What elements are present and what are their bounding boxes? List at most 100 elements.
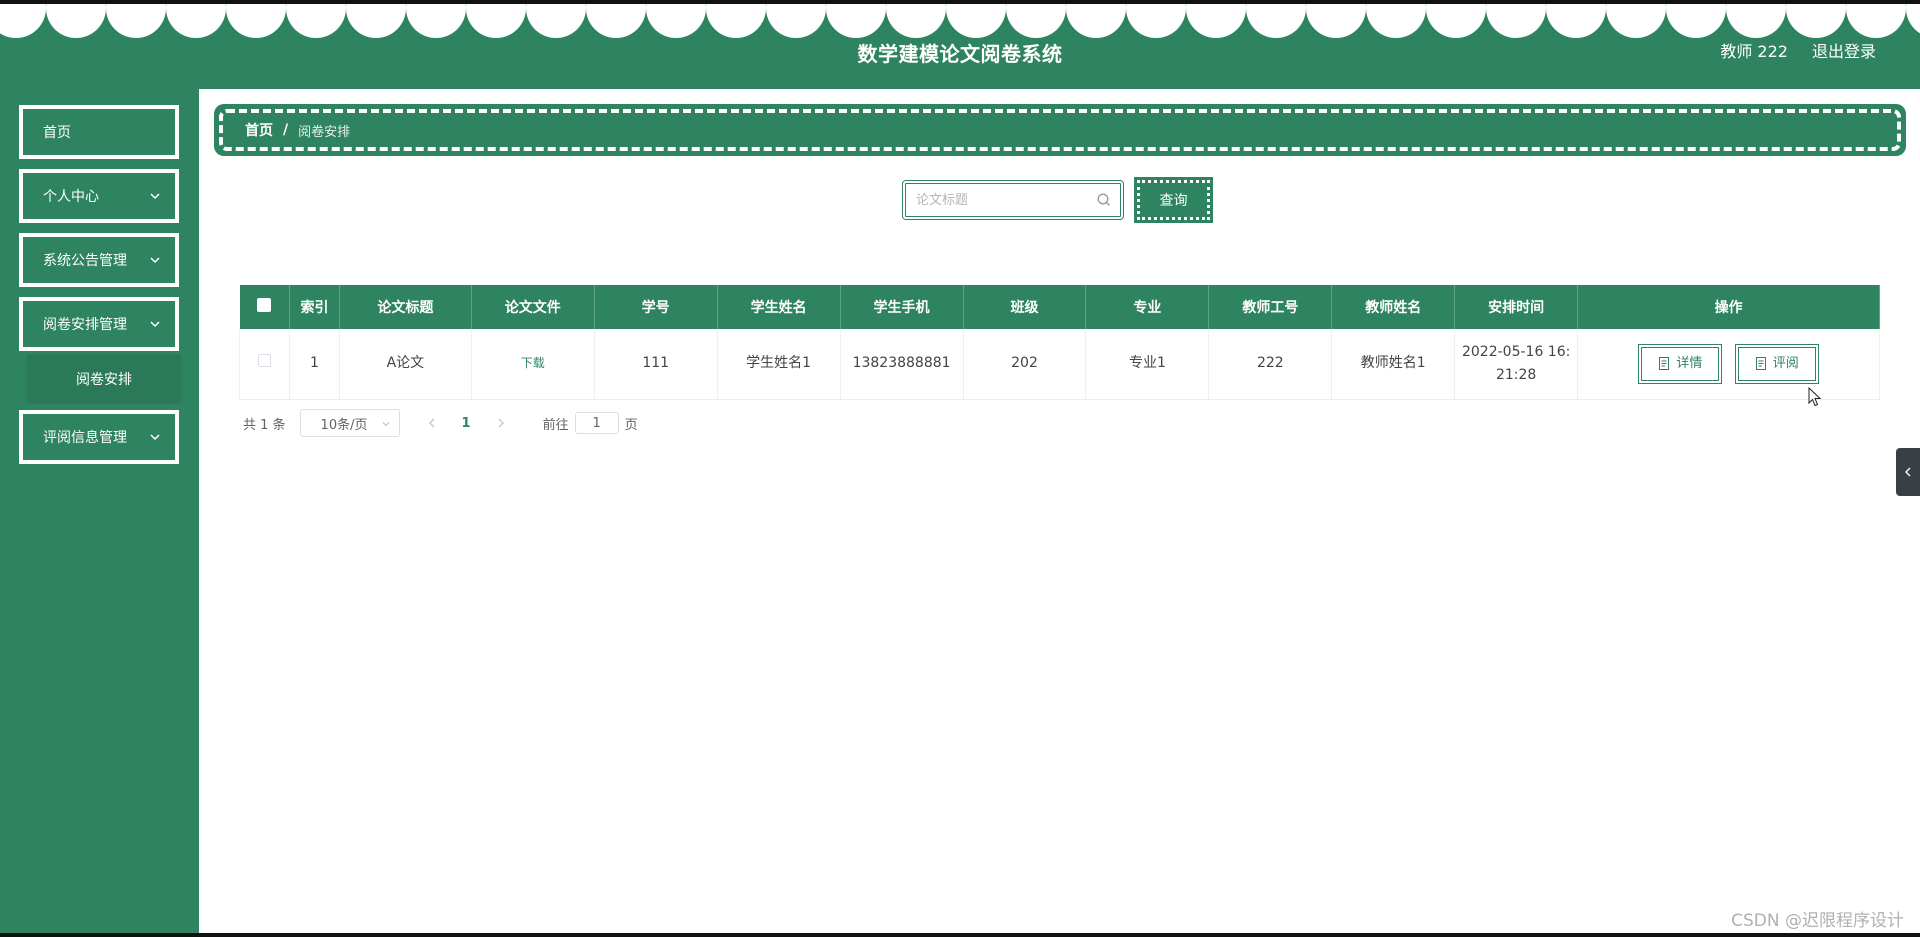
user-area: 教师 222 退出登录 [1720,38,1876,62]
pagination: 共 1 条 10条/页 1 前往 页 [243,409,638,437]
page-size-value: 10条/页 [320,417,368,433]
header-scallop [586,4,646,38]
time-line-2: 21:28 [1495,366,1537,383]
chevron-down-icon [150,257,160,264]
search-button[interactable]: 查询 [1134,177,1213,223]
header-scallop [0,4,46,38]
chevron-left-icon [1905,467,1911,477]
header-scallop [226,4,286,38]
breadcrumb-current: 阅卷安排 [298,124,351,140]
cell-student-name: 学生姓名1 [717,329,841,400]
row-select-cell [239,329,290,400]
row-checkbox[interactable] [257,354,271,368]
header-scallop [526,4,586,38]
column-header: 学生手机 [840,285,964,329]
header-scallop [1066,4,1126,38]
sidebar-item-announcement-management[interactable]: 系统公告管理 [19,233,179,287]
header-scallop [946,4,1006,38]
review-button[interactable]: 评阅 [1734,343,1819,384]
page-jump-input[interactable] [574,412,619,434]
column-header: 学号 [594,285,718,329]
breadcrumb-container: 首页 / 阅卷安排 [214,104,1906,156]
chevron-down-icon [150,434,160,441]
download-link[interactable]: 下载 [521,356,545,370]
cell-student-id: 111 [594,329,718,400]
cell-index: 1 [289,329,340,400]
jumper-suffix: 页 [624,417,638,433]
details-button-label: 详情 [1676,356,1703,372]
header-scallop [1486,4,1546,38]
column-header: 操作 [1577,285,1880,329]
header-scallop-decoration [0,4,1920,38]
search-icon [1097,193,1110,206]
chevron-down-icon [382,422,389,427]
header-scallop [166,4,226,38]
breadcrumb-home[interactable]: 首页 [245,120,273,140]
breadcrumb: 首页 / 阅卷安排 [219,109,1901,151]
app-page: 数学建模论文阅卷系统 教师 222 退出登录 首页 个人中心 系统公告管理 阅卷… [0,0,1920,937]
header-scallop [826,4,886,38]
sidebar-item-label: 阅卷安排管理 [43,317,127,333]
select-all-checkbox[interactable] [257,298,272,312]
sidebar-item-grading-arrangement-management[interactable]: 阅卷安排管理 [19,297,179,351]
column-header: 论文标题 [339,285,472,329]
header-scallop [1246,4,1306,38]
sidebar-item-label: 个人中心 [43,189,99,205]
pagination-total: 共 1 条 [243,417,286,433]
header-scallop [1306,4,1366,38]
column-header: 教师姓名 [1331,285,1456,329]
review-button-label: 评阅 [1772,356,1799,372]
sidebar-item-label: 评阅信息管理 [43,430,127,446]
page-number-current[interactable]: 1 [454,416,479,431]
sidebar: 首页 个人中心 系统公告管理 阅卷安排管理 阅卷安排 评阅信息管理 [0,89,199,933]
cell-teacher-id: 222 [1208,329,1333,400]
page-size-select[interactable]: 10条/页 [299,409,400,437]
chevron-down-icon [150,193,160,200]
header-scallop [1006,4,1066,38]
header-scallop [1906,4,1920,38]
search-input[interactable] [914,188,1084,212]
chevron-down-icon [150,321,160,328]
cell-time: 2022-05-16 16: 21:28 [1454,329,1579,400]
column-header: 教师工号 [1208,285,1333,329]
header-scallop [46,4,106,38]
logout-link[interactable]: 退出登录 [1812,38,1876,62]
column-header: 专业 [1085,285,1210,329]
document-icon [1755,357,1766,371]
header-scallop [706,4,766,38]
column-header: 班级 [963,285,1087,329]
cell-class: 202 [963,329,1087,400]
chevron-left-icon[interactable] [424,415,440,431]
column-header: 安排时间 [1454,285,1579,329]
header-scallop [1366,4,1426,38]
header-scallop [766,4,826,38]
header-scallop [1546,4,1606,38]
header-scallop [1846,4,1906,38]
header-scallop [346,4,406,38]
header-scallop [1786,4,1846,38]
sidebar-item-home[interactable]: 首页 [19,105,179,159]
current-user-label: 教师 222 [1720,42,1788,61]
sidebar-item-personal-center[interactable]: 个人中心 [19,169,179,223]
chevron-right-icon[interactable] [493,415,509,431]
cell-file: 下载 [471,329,595,400]
header-scallop [106,4,166,38]
cell-teacher-name: 教师姓名1 [1331,329,1456,400]
header-scallop [1726,4,1786,38]
cell-phone: 13823888881 [840,329,964,400]
sidebar-item-review-info-management[interactable]: 评阅信息管理 [19,410,179,464]
header-scallop [286,4,346,38]
header-scallop [1186,4,1246,38]
header-scallop [646,4,706,38]
page-jumper: 前往 页 [543,412,638,434]
drawer-toggle-button[interactable] [1896,448,1920,496]
select-all-header[interactable] [239,285,290,329]
sidebar-subitem-grading-arrangement[interactable]: 阅卷安排 [28,356,180,402]
time-line-1: 2022-05-16 16: [1461,343,1571,360]
table-row: 1 A论文 下载 111 学生姓名1 13823888881 202 专业1 2… [239,329,1880,400]
header-scallop [886,4,946,38]
details-button[interactable]: 详情 [1638,343,1723,384]
header-scallop [1126,4,1186,38]
jumper-prefix: 前往 [542,417,569,433]
column-header: 索引 [289,285,340,329]
